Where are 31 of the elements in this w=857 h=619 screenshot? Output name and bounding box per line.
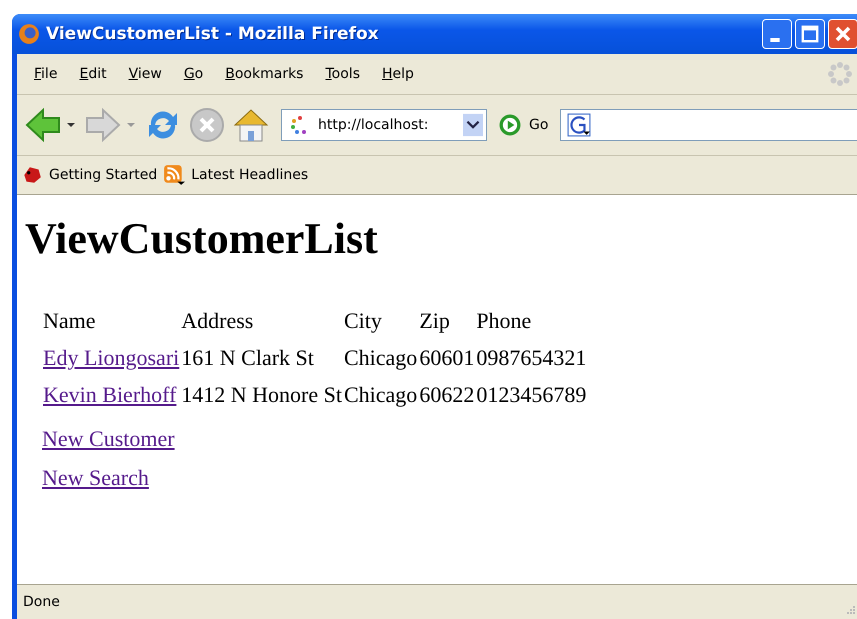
menu-item[interactable]: Help <box>371 66 425 82</box>
menu-item[interactable]: Go <box>172 66 214 82</box>
table-cell-text: 161 N Clark St <box>181 344 315 372</box>
page-heading: ViewCustomerList <box>25 213 379 264</box>
page-link[interactable]: New Customer <box>42 426 175 451</box>
customer-link[interactable]: Kevin Bierhoff <box>43 382 176 407</box>
table-cell-text: Chicago <box>344 381 418 409</box>
menu-item[interactable]: Tools <box>314 66 371 82</box>
customer-link[interactable]: Edy Liongosari <box>43 345 180 370</box>
go-button[interactable]: Go <box>491 114 556 136</box>
column-header: City <box>344 307 383 335</box>
table-cell-text: 1412 N Honore St <box>181 381 342 409</box>
table-cell-text: 0987654321 <box>476 344 586 372</box>
window-title: ViewCustomerList - Mozilla Firefox <box>46 24 380 44</box>
menu-item[interactable]: Bookmarks <box>214 66 314 82</box>
table-cell-text: 60601 <box>419 344 474 372</box>
menu-item[interactable]: File <box>23 66 68 82</box>
column-header: Address <box>181 307 254 335</box>
table-cell-text: Chicago <box>344 344 418 372</box>
bookmark-item[interactable]: Getting Started <box>21 164 158 186</box>
column-header: Zip <box>419 307 451 335</box>
page-link[interactable]: New Search <box>42 465 149 490</box>
status-text: Done <box>23 594 61 610</box>
column-header: Phone <box>476 307 532 335</box>
column-header: Name <box>43 307 97 335</box>
menu-item[interactable]: View <box>118 66 173 82</box>
table-cell-text: 0123456789 <box>476 381 586 409</box>
bookmark-item[interactable]: Latest Headlines <box>163 164 308 186</box>
menu-item[interactable]: Edit <box>68 66 118 82</box>
table-cell-text: 60622 <box>419 381 474 409</box>
address-field[interactable]: http://localhost: <box>281 109 487 141</box>
